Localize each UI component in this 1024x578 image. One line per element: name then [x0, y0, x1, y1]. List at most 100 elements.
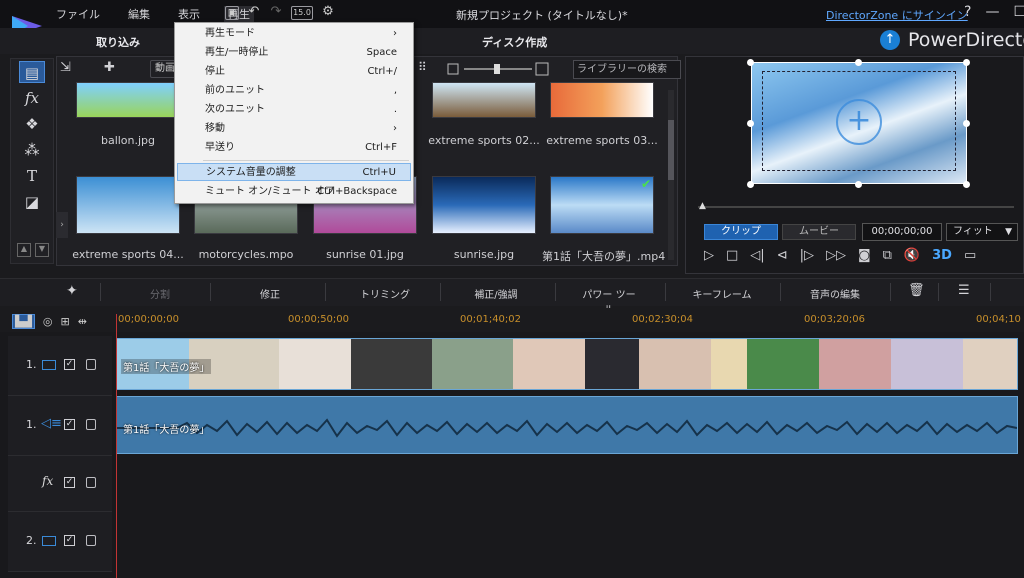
detach-preview-icon[interactable]: ⧉ — [883, 248, 892, 263]
media-room-icon[interactable]: ▤ — [19, 61, 45, 83]
timeline-ruler[interactable]: 00;00;00;00 00;00;50;00 00;01;40;02 00;0… — [116, 312, 1024, 332]
track-manager-icon[interactable]: ⊞ — [61, 315, 70, 328]
maximize-button[interactable]: ☐ — [1013, 4, 1024, 20]
menu-item-move[interactable]: 移動 › — [177, 120, 411, 138]
plugin-puzzle-icon[interactable]: ✚ — [104, 60, 115, 75]
menu-item-mute-toggle[interactable]: ミュート オン/ミュート オフ Ctrl+Backspace — [177, 183, 411, 201]
track-enable-checkbox[interactable]: ✓ — [64, 477, 75, 488]
delete-trash-icon[interactable]: 🗑 — [908, 283, 925, 298]
library-scrollbar[interactable] — [668, 90, 674, 260]
fast-forward-icon[interactable]: ▷▷ — [826, 248, 846, 263]
fit-timeline-icon[interactable]: ⇹ — [78, 315, 87, 328]
track-enable-checkbox[interactable]: ✓ — [64, 419, 75, 430]
resize-handle[interactable] — [963, 181, 970, 188]
thumb-ballon[interactable] — [76, 82, 180, 118]
preview-image[interactable]: + — [751, 62, 967, 184]
resize-handle[interactable] — [855, 181, 862, 188]
window-controls: ? — ☐ ✕ — [964, 4, 1024, 20]
menu-item-previous-unit[interactable]: 前のユニット, — [177, 82, 411, 100]
track-enable-checkbox[interactable]: ✓ — [64, 535, 75, 546]
timeline-playhead[interactable] — [116, 314, 117, 578]
3d-mode-button[interactable]: 3D — [932, 248, 952, 263]
video-clip[interactable]: 第1話「大吾の夢」 — [116, 338, 1018, 390]
menu-item-system-volume[interactable]: システム音量の調整 Ctrl+U — [177, 163, 411, 181]
collapse-down-icon[interactable]: ▼ — [35, 243, 49, 257]
minimize-button[interactable]: — — [985, 4, 999, 20]
lock-icon[interactable] — [86, 477, 96, 488]
play-icon[interactable]: ▷ — [704, 248, 714, 263]
library-search-input[interactable]: ライブラリーの検索 — [573, 60, 681, 79]
thumb-extreme-sports-02[interactable] — [432, 82, 536, 118]
menu-item-fast-forward[interactable]: 早送り Ctrl+F — [177, 139, 411, 157]
track-enable-checkbox[interactable]: ✓ — [64, 359, 75, 370]
timeline-view-icon[interactable]: ▙▟ — [12, 314, 35, 329]
resize-handle[interactable] — [963, 120, 970, 127]
title-room-icon[interactable]: T — [19, 165, 45, 187]
undo-icon[interactable]: ↶ — [247, 5, 261, 20]
resize-handle[interactable] — [963, 59, 970, 66]
expand-panel-chevron-icon[interactable]: › — [56, 212, 68, 238]
menu-item-next-unit[interactable]: 次のユニット. — [177, 101, 411, 119]
tab-import[interactable]: 取り込み — [96, 34, 140, 50]
scrubber-thumb-icon[interactable]: ▲ — [699, 201, 706, 211]
menu-edit[interactable]: 編集 — [124, 6, 154, 22]
thumbnail-size-slider[interactable] — [446, 61, 550, 77]
resize-handle[interactable] — [747, 120, 754, 127]
help-button[interactable]: ? — [964, 4, 971, 20]
tab-movie[interactable]: ムービー — [782, 224, 856, 240]
thumb-sunrise[interactable] — [432, 176, 536, 234]
tab-disc-creation[interactable]: ディスク作成 — [482, 34, 547, 50]
collapse-up-icon[interactable]: ▲ — [17, 243, 31, 257]
tab-clip[interactable]: クリップ — [704, 224, 778, 240]
step-back-icon[interactable]: ⊲ — [777, 248, 788, 263]
fix-button[interactable]: 修正 — [250, 286, 290, 301]
menu-item-stop[interactable]: 停止 Ctrl+/ — [177, 63, 411, 81]
magic-tools-icon[interactable]: ✦ — [66, 283, 78, 299]
thumb-episode-1[interactable]: ✔ — [550, 176, 654, 234]
preview-scrubber[interactable] — [698, 206, 1014, 208]
undock-monitor-icon[interactable]: ▭ — [964, 248, 976, 263]
fx-room-icon[interactable]: fx — [19, 87, 45, 109]
file-caption: 第1話「大吾の夢」.mp4 — [542, 250, 666, 263]
lock-icon[interactable] — [86, 419, 96, 430]
audio-edit-button[interactable]: 音声の編集 — [804, 286, 866, 301]
redo-icon[interactable]: ↷ — [269, 5, 283, 20]
lock-icon[interactable] — [86, 535, 96, 546]
transition-room-icon[interactable]: ◪ — [19, 191, 45, 213]
resize-handle[interactable] — [747, 181, 754, 188]
move-crosshair-icon[interactable]: + — [836, 99, 882, 145]
fix-enhance-button[interactable]: 補正/強調 — [466, 286, 526, 301]
menu-view[interactable]: 表示 — [174, 6, 204, 22]
stop-icon[interactable]: □ — [726, 248, 738, 263]
pip-room-icon[interactable]: ❖ — [19, 113, 45, 135]
volume-mute-icon[interactable]: 🔇 — [904, 248, 920, 263]
lock-icon[interactable] — [86, 359, 96, 370]
fps-badge[interactable]: 15.0 — [291, 6, 313, 20]
import-media-icon[interactable]: ⇲ — [60, 60, 71, 75]
menu-item-play-pause[interactable]: 再生/一時停止 Space — [177, 44, 411, 62]
resize-handle[interactable] — [855, 59, 862, 66]
resize-handle[interactable] — [747, 59, 754, 66]
grid-view-icon[interactable]: ⠿ — [418, 60, 427, 74]
storyboard-view-icon[interactable]: ◎ — [43, 315, 53, 328]
fx-track-label: fx — [42, 474, 54, 488]
previous-frame-icon[interactable]: ◁| — [750, 248, 764, 263]
directorzone-signin-link[interactable]: DirectorZone にサインイン — [826, 7, 968, 23]
thumb-extreme-sports-03[interactable] — [550, 82, 654, 118]
thumb-extreme-sports-04[interactable] — [76, 176, 180, 234]
split-button[interactable]: 分割 — [140, 286, 180, 301]
audio-clip[interactable]: 第1話「大吾の夢」 — [116, 396, 1018, 454]
snapshot-camera-icon[interactable]: ◙ — [858, 248, 871, 263]
upgrade-arrow-icon[interactable]: ↑ — [880, 30, 900, 50]
timecode-field[interactable]: 00;00;00;00 — [862, 223, 942, 241]
settings-gear-icon[interactable]: ⚙ — [321, 5, 335, 20]
save-icon[interactable]: ▣ — [225, 6, 239, 20]
next-frame-icon[interactable]: |▷ — [800, 248, 814, 263]
menu-item-playback-mode[interactable]: 再生モード › — [177, 25, 411, 43]
zoom-fit-dropdown[interactable]: フィット ▼ — [946, 223, 1018, 241]
trim-button[interactable]: トリミング — [355, 286, 415, 301]
export-list-icon[interactable]: ☰ — [958, 283, 970, 298]
menu-file[interactable]: ファイル — [52, 6, 104, 22]
keyframe-button[interactable]: キーフレーム — [690, 286, 754, 301]
particle-room-icon[interactable]: ⁂ — [19, 139, 45, 161]
